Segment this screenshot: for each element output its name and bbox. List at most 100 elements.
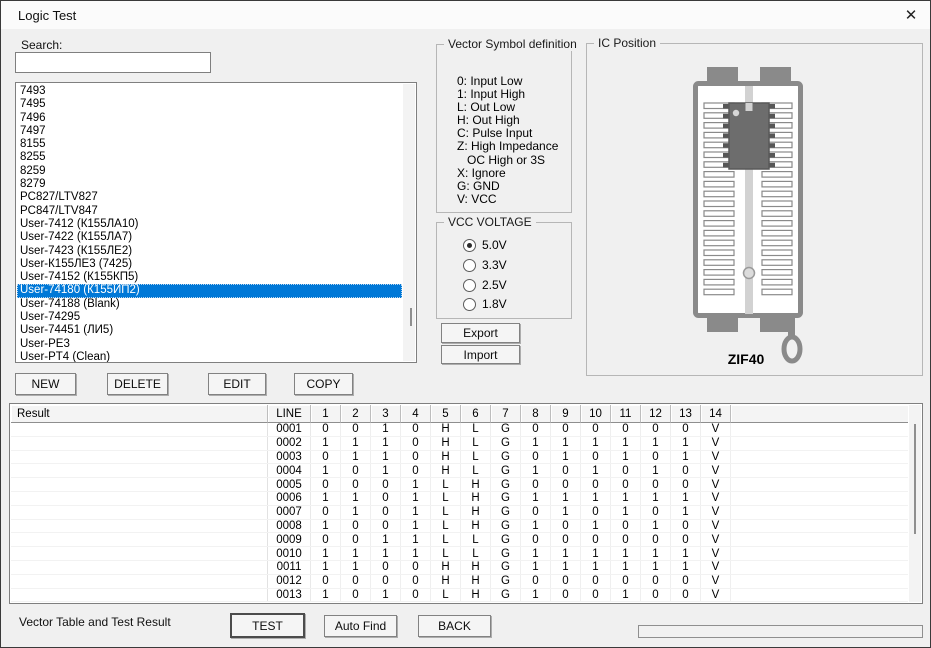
vector-table-scroll-thumb[interactable] (914, 424, 916, 534)
vector-cell: 1 (401, 520, 431, 533)
vector-cell: 1 (311, 520, 341, 533)
pin-column-header: 1 (311, 405, 341, 423)
row-filler (731, 575, 908, 588)
vcc-option-1.8v[interactable]: 1.8V (463, 297, 507, 311)
device-list-item[interactable]: 8259 (17, 165, 402, 178)
vector-cell: 0 (341, 589, 371, 602)
close-icon[interactable]: ✕ (898, 4, 924, 26)
vector-cell: 0 (581, 423, 611, 436)
vector-cell: 0 (551, 478, 581, 491)
vector-cell: 0 (671, 520, 701, 533)
device-list-item[interactable]: User-74180 (К155ИП2) (17, 284, 402, 297)
device-list-item[interactable]: User-74152 (К155КП5) (17, 271, 402, 284)
copy-button[interactable]: COPY (294, 373, 353, 395)
vector-cell: 0 (581, 575, 611, 588)
vector-cell: 0 (551, 520, 581, 533)
vector-cell: 1 (641, 492, 671, 505)
device-list-item[interactable]: 8279 (17, 178, 402, 191)
vector-table-row[interactable]: 00111100HHG111111V (11, 561, 908, 575)
vector-cell: 0 (641, 533, 671, 546)
vector-table-scrollbar[interactable] (909, 405, 921, 602)
vector-table-row[interactable]: 00061101LHG111111V (11, 492, 908, 506)
vector-cell: 1 (641, 561, 671, 574)
device-list-item[interactable]: User-74188 (Blank) (17, 298, 402, 311)
vector-table-row[interactable]: 00120000HHG000000V (11, 575, 908, 589)
vector-cell: G (491, 464, 521, 477)
radio-selected-icon[interactable] (463, 239, 476, 252)
vector-cell: 0 (671, 533, 701, 546)
auto-find-button[interactable]: Auto Find (324, 615, 397, 637)
radio-icon[interactable] (463, 298, 476, 311)
vector-cell: 1 (341, 506, 371, 519)
edit-button[interactable]: EDIT (208, 373, 266, 395)
device-list-scrollbar[interactable] (403, 84, 415, 361)
device-list-item[interactable]: User-74451 (ЛИ5) (17, 324, 402, 337)
vector-cell: 0 (401, 423, 431, 436)
device-list-item[interactable]: User-7422 (К155ЛА7) (17, 231, 402, 244)
radio-icon[interactable] (463, 279, 476, 292)
vector-cell: 0 (671, 464, 701, 477)
vector-cell: 1 (521, 437, 551, 450)
vector-table-row[interactable]: 00101111LLG111111V (11, 547, 908, 561)
logic-test-dialog: Logic Test ✕ Search: 7493749574967497815… (0, 0, 931, 648)
vcc-option-3.3v[interactable]: 3.3V (463, 258, 507, 272)
vector-cell: H (461, 575, 491, 588)
vector-cell: G (491, 423, 521, 436)
search-input[interactable] (15, 52, 211, 73)
device-list-item[interactable]: 7497 (17, 125, 402, 138)
device-list-item[interactable]: PC827/LTV827 (17, 191, 402, 204)
device-list-item[interactable]: 7495 (17, 98, 402, 111)
test-button[interactable]: TEST (230, 613, 305, 638)
vector-cell: 1 (611, 437, 641, 450)
device-list-item[interactable]: 8155 (17, 138, 402, 151)
device-list-item[interactable]: User-7423 (К155ЛЕ2) (17, 245, 402, 258)
vector-cell: 0 (341, 423, 371, 436)
device-list-item[interactable]: PC847/LTV847 (17, 205, 402, 218)
device-list-item[interactable]: User-7412 (К155ЛА10) (17, 218, 402, 231)
vector-cell: 1 (641, 437, 671, 450)
vector-cell: 1 (551, 547, 581, 560)
vector-table-row[interactable]: 00030110HLG010101V (11, 451, 908, 465)
radio-icon[interactable] (463, 259, 476, 272)
vector-cell: 0 (611, 575, 641, 588)
device-list-item[interactable]: User-PE3 (17, 338, 402, 351)
device-list-item[interactable]: User-PT4 (Clean) (17, 351, 402, 363)
pin-column-header: 13 (671, 405, 701, 423)
vcc-option-2.5v[interactable]: 2.5V (463, 278, 507, 292)
vector-table-row[interactable]: 00131010LHG100100V (11, 589, 908, 603)
vector-cell: L (431, 520, 461, 533)
delete-button[interactable]: DELETE (107, 373, 168, 395)
vector-cell: 1 (341, 561, 371, 574)
line-cell: 0013 (268, 589, 311, 602)
export-button[interactable]: Export (441, 323, 520, 343)
vector-cell: 1 (371, 464, 401, 477)
vector-symbol-line: G: GND (457, 180, 558, 193)
vcc-option-5.0v[interactable]: 5.0V (463, 238, 507, 252)
vcc-voltage-group-title: VCC VOLTAGE (444, 215, 536, 229)
vector-table-row[interactable]: 00041010HLG101010V (11, 464, 908, 478)
new-button[interactable]: NEW (15, 373, 76, 395)
line-cell: 0008 (268, 520, 311, 533)
vector-table-row[interactable]: 00021110HLG111111V (11, 437, 908, 451)
back-button[interactable]: BACK (418, 615, 491, 637)
vector-table-row[interactable]: 00050001LHG000000V (11, 478, 908, 492)
device-list-item[interactable]: User-К155ЛЕ3 (7425) (17, 258, 402, 271)
row-filler (731, 520, 908, 533)
device-list-item[interactable]: User-74295 (17, 311, 402, 324)
vector-cell: 1 (521, 464, 551, 477)
vector-table-row[interactable]: 00070101LHG010101V (11, 506, 908, 520)
vector-table-header: Result LINE 1234567891011121314 (11, 405, 908, 423)
device-list-scroll-thumb[interactable] (410, 308, 412, 326)
vector-cell: 1 (581, 437, 611, 450)
import-button[interactable]: Import (441, 345, 520, 364)
vector-table-row[interactable]: 00090011LLG000000V (11, 533, 908, 547)
vector-table-row[interactable]: 00081001LHG101010V (11, 520, 908, 534)
vector-cell: 0 (341, 533, 371, 546)
device-list-item[interactable]: 7493 (17, 85, 402, 98)
vector-cell: 1 (311, 437, 341, 450)
vcc-option-label: 1.8V (482, 297, 507, 311)
device-list-item[interactable]: 7496 (17, 112, 402, 125)
vector-table-row[interactable]: 00010010HLG000000V (11, 423, 908, 437)
result-cell (11, 547, 268, 560)
device-list-item[interactable]: 8255 (17, 151, 402, 164)
